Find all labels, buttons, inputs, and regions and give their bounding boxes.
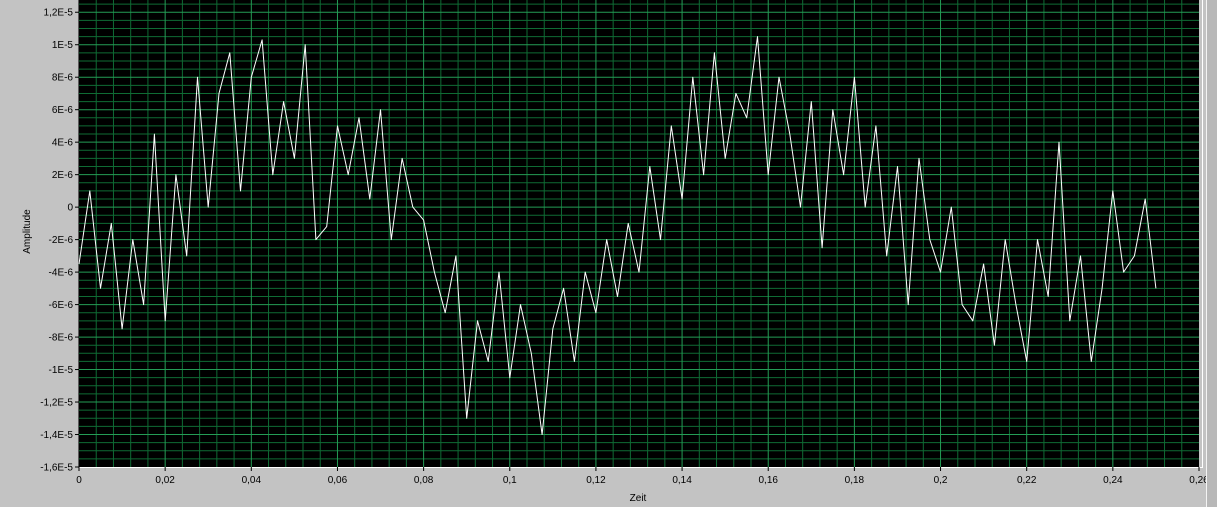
y-tick-label: 0 [67, 203, 73, 214]
x-axis-title: Zeit [630, 493, 647, 504]
y-tick-label: -1,2E-5 [40, 398, 73, 409]
x-tick-label: 0 [76, 475, 82, 486]
x-tick-label: 0,18 [845, 475, 865, 486]
y-tick-label: -1,4E-5 [40, 430, 73, 441]
y-tick-label: 1E-5 [52, 40, 74, 51]
y-tick-label: -1,6E-5 [40, 463, 73, 474]
y-tick-label: -6E-6 [49, 300, 74, 311]
panel-right-edge [1206, 0, 1217, 507]
plot-area-background [79, 0, 1199, 467]
x-tick-label: 0,12 [586, 475, 606, 486]
x-tick-label: 0,16 [758, 475, 778, 486]
y-tick-label: 1,2E-5 [44, 8, 74, 19]
x-tick-label: 0,22 [1017, 475, 1037, 486]
graph-panel: 0 0,02 0,04 0,06 0,08 0,1 0,12 0,14 0,16 0,18 0,2 0… [0, 0, 1217, 507]
y-tick-label: 8E-6 [52, 73, 74, 84]
x-tick-label: 0,14 [672, 475, 692, 486]
x-tick-label: 0,08 [414, 475, 434, 486]
waveform-chart: 0 0,02 0,04 0,06 0,08 0,1 0,12 0,14 0,16 0,18 0,2 0… [22, 0, 1209, 504]
x-tick-label: 0,04 [242, 475, 262, 486]
y-tick-label: -8E-6 [49, 333, 74, 344]
y-axis-tick-labels: -1,6E-5 -1,4E-5 -1,2E-5 -1E-5 -8E-6 -6E-6 -4E-… [40, 8, 79, 474]
x-tick-label: 0,2 [934, 475, 948, 486]
x-tick-label: 0,02 [155, 475, 175, 486]
y-tick-label: -1E-5 [49, 365, 74, 376]
y-tick-label: 4E-6 [52, 138, 74, 149]
x-tick-label: 0,24 [1103, 475, 1123, 486]
y-axis-title: Amplitude [22, 209, 33, 254]
y-tick-label: 2E-6 [52, 170, 74, 181]
y-tick-label: -4E-6 [49, 268, 74, 279]
x-tick-label: 0,06 [328, 475, 348, 486]
y-tick-label: 6E-6 [52, 105, 74, 116]
x-tick-label: 0,1 [503, 475, 517, 486]
x-axis-tick-labels: 0 0,02 0,04 0,06 0,08 0,1 0,12 0,14 0,16 0,18 0,2 0… [76, 467, 1209, 486]
y-tick-label: -2E-6 [49, 235, 74, 246]
